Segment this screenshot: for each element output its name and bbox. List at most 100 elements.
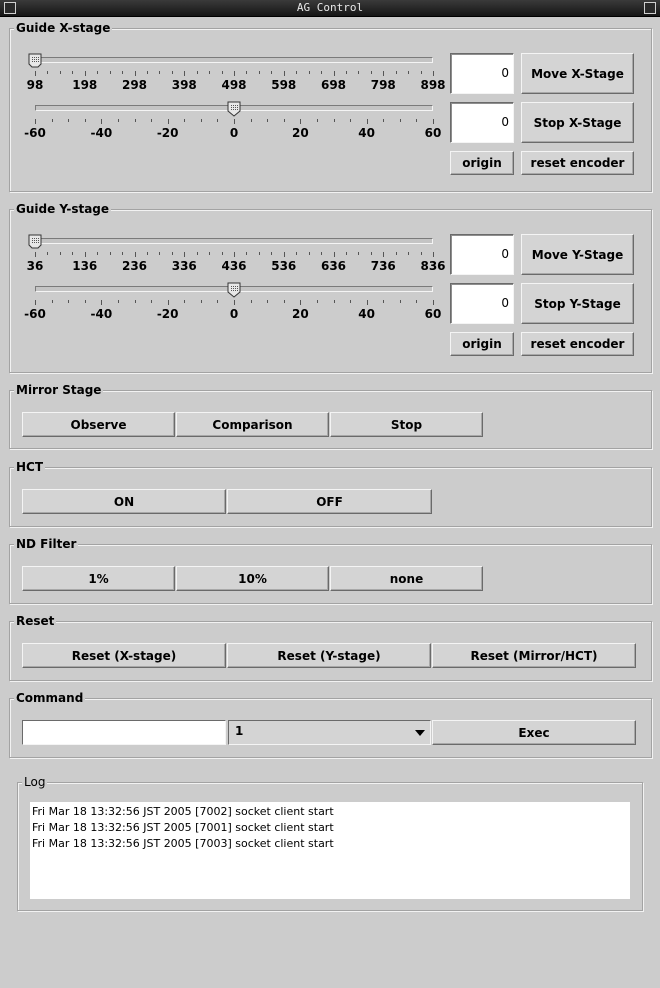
- slider-tick: [72, 252, 74, 255]
- slider-tick: [101, 119, 103, 124]
- guide-x-fine-slider[interactable]: -60 -40 -20 0 20 40 60: [24, 101, 441, 141]
- slider-tick: [200, 300, 202, 303]
- slider-tick: [234, 119, 235, 124]
- slider-tick: [234, 300, 235, 305]
- slider-tick: [84, 71, 86, 76]
- slider-tick: [184, 300, 186, 303]
- guide-y-origin-button[interactable]: origin: [450, 332, 514, 356]
- slider-tick-label: 636: [320, 259, 347, 273]
- slider-tick: [250, 119, 252, 122]
- guide-y-fine-slider[interactable]: -60 -40 -20 0 20 40 60: [24, 282, 441, 322]
- slider-tick-label: 436: [221, 259, 247, 273]
- slider-thumb-icon[interactable]: [28, 53, 42, 69]
- dropdown-arrow-icon[interactable]: [415, 730, 425, 736]
- slider-tick-label: 236: [121, 259, 148, 273]
- reset-y-stage-button[interactable]: Reset (Y-stage): [227, 643, 431, 668]
- slider-tick-label: 398: [171, 78, 197, 92]
- slider-tick: [59, 71, 61, 74]
- slider-tick: [246, 71, 248, 74]
- slider-tick: [333, 119, 335, 122]
- guide-x-stop-field[interactable]: 0: [450, 102, 514, 143]
- comparison-button[interactable]: Comparison: [176, 412, 329, 437]
- slider-tick: [258, 71, 260, 74]
- slider-tick: [217, 300, 219, 303]
- slider-tick: [234, 71, 235, 76]
- command-select-value: 1: [235, 724, 244, 738]
- slider-tick: [283, 300, 285, 303]
- nd-filter-1pct-button[interactable]: 1%: [22, 566, 175, 591]
- slider-tick: [117, 300, 119, 303]
- slider-tick: [399, 300, 401, 303]
- nd-filter-10pct-button[interactable]: 10%: [176, 566, 329, 591]
- slider-tick: [134, 252, 136, 257]
- reset-mirror-hct-button[interactable]: Reset (Mirror/HCT): [432, 643, 636, 668]
- slider-tick: [395, 71, 397, 74]
- slider-tick: [333, 300, 335, 303]
- slider-tick: [399, 119, 401, 122]
- guide-y-coarse-slider[interactable]: 36 136 236 336 436 536 636 736 836: [27, 234, 446, 274]
- window-titlebar[interactable]: AG Control: [0, 0, 660, 17]
- slider-tick: [209, 252, 211, 255]
- log-textarea[interactable]: Fri Mar 18 13:32:56 JST 2005 [7002] sock…: [30, 802, 630, 899]
- stop-y-stage-button[interactable]: Stop Y-Stage: [521, 283, 634, 324]
- slider-tick: [146, 252, 148, 255]
- move-x-stage-button[interactable]: Move X-Stage: [521, 53, 634, 94]
- nd-filter-none-button[interactable]: none: [330, 566, 483, 591]
- slider-tick: [35, 71, 36, 76]
- slider-thumb-icon[interactable]: [28, 234, 42, 250]
- slider-tick: [101, 300, 103, 305]
- reset-x-stage-button[interactable]: Reset (X-stage): [22, 643, 226, 668]
- command-input[interactable]: [22, 720, 226, 745]
- slider-tick: [47, 71, 49, 74]
- slider-tick: [271, 71, 273, 74]
- guide-x-reset-encoder-button[interactable]: reset encoder: [521, 151, 634, 175]
- window-title: AG Control: [296, 1, 364, 14]
- slider-tick-label: 298: [121, 78, 148, 92]
- window-close-button[interactable]: [644, 2, 656, 14]
- guide-y-reset-encoder-button[interactable]: reset encoder: [521, 332, 634, 356]
- slider-tick: [109, 252, 111, 255]
- log-line: Fri Mar 18 13:32:56 JST 2005 [7001] sock…: [32, 821, 334, 834]
- slider-tick: [159, 71, 161, 74]
- slider-tick: [333, 252, 335, 257]
- guide-x-move-field[interactable]: 0: [450, 53, 514, 94]
- slider-track[interactable]: [35, 57, 433, 63]
- slider-thumb-icon[interactable]: [227, 101, 241, 117]
- slider-tick-label: 20: [291, 307, 309, 321]
- slider-tick-label: 136: [72, 259, 98, 273]
- slider-thumb-icon[interactable]: [227, 282, 241, 298]
- stop-x-stage-button[interactable]: Stop X-Stage: [521, 102, 634, 143]
- guide-x-origin-button[interactable]: origin: [450, 151, 514, 175]
- slider-tick: [122, 71, 124, 74]
- slider-tick: [383, 300, 385, 303]
- slider-tick: [258, 252, 260, 255]
- nd-filter-group: ND Filter 1% 10% none: [9, 536, 652, 604]
- slider-tick: [167, 300, 169, 305]
- slider-tick-label: 36: [26, 259, 44, 273]
- slider-tick: [217, 119, 219, 122]
- slider-tick-label: 198: [72, 78, 98, 92]
- log-line: Fri Mar 18 13:32:56 JST 2005 [7002] sock…: [32, 805, 334, 818]
- slider-tick: [350, 300, 352, 303]
- move-y-stage-button[interactable]: Move Y-Stage: [521, 234, 634, 275]
- slider-tick: [416, 119, 418, 122]
- guide-y-move-field[interactable]: 0: [450, 234, 514, 275]
- slider-tick: [151, 119, 153, 122]
- slider-track[interactable]: [35, 238, 433, 244]
- slider-tick-label: -40: [90, 307, 113, 321]
- exec-button[interactable]: Exec: [432, 720, 636, 745]
- mirror-stop-button[interactable]: Stop: [330, 412, 483, 437]
- slider-tick: [296, 252, 298, 255]
- slider-tick: [109, 71, 111, 74]
- slider-tick-label: 60: [424, 307, 442, 321]
- guide-x-coarse-slider[interactable]: 98 198 298 398 498 598 698 798 898: [27, 53, 446, 93]
- observe-button[interactable]: Observe: [22, 412, 175, 437]
- slider-tick-label: 536: [271, 259, 297, 273]
- slider-tick-label: 20: [291, 126, 309, 140]
- slider-tick: [221, 71, 223, 74]
- guide-y-stop-field[interactable]: 0: [450, 283, 514, 324]
- command-select[interactable]: 1: [228, 720, 431, 745]
- slider-tick: [246, 252, 248, 255]
- hct-off-button[interactable]: OFF: [227, 489, 432, 514]
- hct-on-button[interactable]: ON: [22, 489, 226, 514]
